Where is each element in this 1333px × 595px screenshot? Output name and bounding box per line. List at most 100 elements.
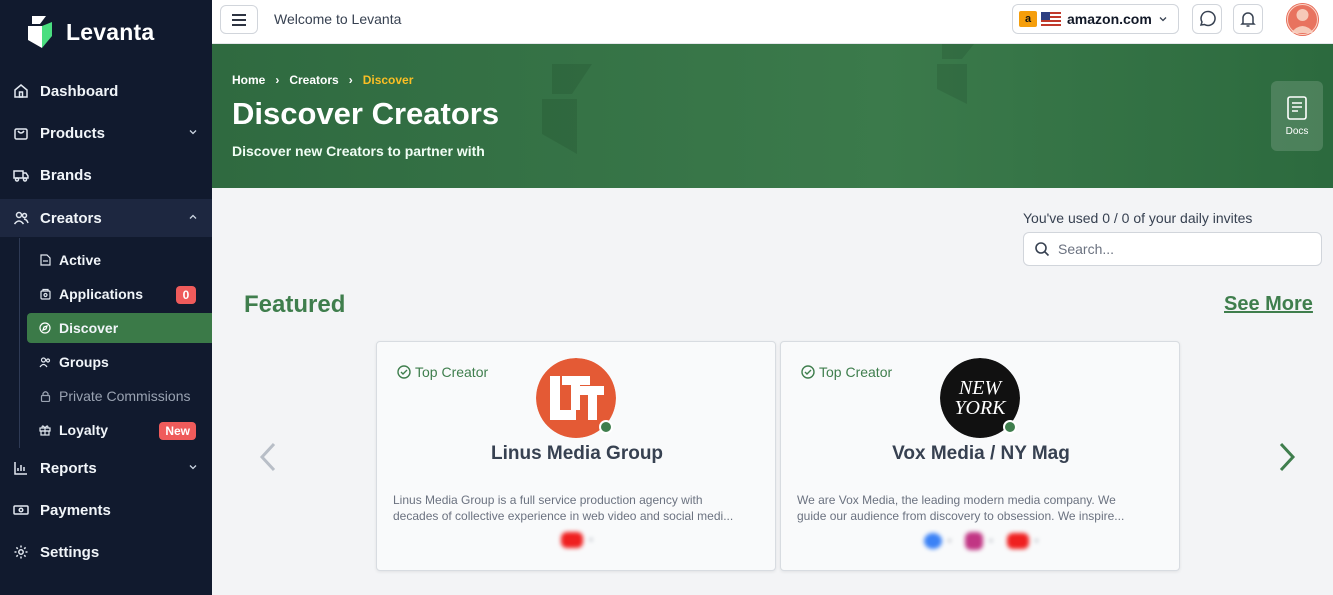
chevron-down-icon	[189, 465, 197, 470]
carousel-next-button[interactable]	[1276, 440, 1298, 474]
document-icon	[39, 254, 51, 266]
sidebar-item-label: Payments	[40, 501, 111, 519]
sidebar-item-brands[interactable]: Brands	[0, 156, 212, 194]
breadcrumb: Home › Creators › Discover	[232, 73, 413, 87]
sidebar-subitem-label: Private Commissions	[59, 388, 191, 404]
banknote-icon	[12, 501, 30, 519]
sidebar-item-label: Settings	[40, 543, 100, 561]
docs-label: Docs	[1285, 125, 1309, 137]
social-stats: • • •	[781, 532, 1181, 550]
breadcrumb-creators[interactable]: Creators	[289, 73, 338, 87]
daily-invites-status: You've used 0 / 0 of your daily invites	[1023, 210, 1253, 226]
compass-icon	[39, 322, 51, 334]
user-avatar-icon	[1286, 3, 1319, 36]
sidebar-item-payments[interactable]: Payments	[0, 491, 212, 529]
search-box[interactable]	[1023, 232, 1322, 266]
home-icon	[12, 82, 30, 100]
search-input[interactable]	[1058, 241, 1308, 257]
facebook-icon	[923, 533, 942, 549]
chevron-down-icon	[189, 130, 197, 135]
blurred-count: •	[589, 534, 593, 546]
logo-text: NEW	[958, 377, 1004, 399]
chevron-up-icon	[189, 214, 197, 219]
notifications-button[interactable]	[1233, 4, 1263, 34]
top-bar: Welcome to Levanta a amazon.com	[212, 0, 1333, 44]
creator-card[interactable]: Top Creator Linus Media Group Linus Medi…	[376, 341, 776, 571]
banner-decoration	[542, 64, 592, 154]
blurred-count: •	[1034, 535, 1039, 547]
featured-heading: Featured	[244, 291, 346, 318]
brand-logo[interactable]: Levanta	[26, 14, 154, 50]
page-subtitle: Discover new Creators to partner with	[232, 143, 485, 159]
applications-count-badge: 0	[176, 286, 196, 304]
sidebar-subitem-applications[interactable]: Applications 0	[27, 279, 212, 309]
sidebar-subitem-private-commissions[interactable]: Private Commissions	[27, 381, 212, 411]
sidebar-item-creators[interactable]: Creators	[0, 199, 212, 237]
group-icon	[39, 356, 51, 368]
sidebar-item-label: Reports	[40, 459, 97, 477]
page-header-banner: Home › Creators › Discover Discover Crea…	[212, 44, 1333, 188]
sidebar-subitem-active[interactable]: Active	[27, 245, 212, 275]
sidebar-item-products[interactable]: Products	[0, 114, 212, 152]
sidebar-item-dashboard[interactable]: Dashboard	[0, 72, 212, 110]
hamburger-icon	[232, 13, 246, 26]
breadcrumb-home[interactable]: Home	[232, 73, 265, 87]
sidebar-subitem-groups[interactable]: Groups	[27, 347, 212, 377]
blurred-count: •	[989, 535, 993, 547]
lock-icon	[39, 390, 51, 402]
facebook-stat: •	[923, 532, 952, 550]
description-line: Linus Media Group is a full service prod…	[393, 493, 703, 507]
check-circle-icon	[801, 365, 815, 379]
sidebar-subitem-label: Discover	[59, 320, 119, 336]
breadcrumb-separator: ›	[275, 73, 280, 87]
users-icon	[12, 209, 30, 227]
logo-text: YORK	[954, 397, 1007, 419]
welcome-message: Welcome to Levanta	[274, 11, 402, 27]
shopping-bag-icon	[12, 124, 30, 142]
youtube-icon	[1006, 533, 1029, 549]
new-badge: New	[159, 422, 196, 440]
chevron-down-icon	[1159, 17, 1167, 22]
docs-button[interactable]: Docs	[1271, 81, 1323, 151]
carousel-prev-button[interactable]	[257, 440, 279, 474]
breadcrumb-separator: ›	[348, 73, 353, 87]
description-line: decades of collective experience in web …	[393, 509, 734, 523]
marketplace-selector[interactable]: a amazon.com	[1012, 4, 1179, 34]
submenu-rail	[19, 238, 20, 448]
creator-card[interactable]: Top Creator NEW YORK Vox Media / NY Mag …	[780, 341, 1180, 571]
sidebar-item-settings[interactable]: Settings	[0, 533, 212, 571]
top-creator-tag: Top Creator	[397, 364, 488, 380]
creator-description: Linus Media Group is a full service prod…	[393, 492, 761, 524]
check-circle-icon	[397, 365, 411, 379]
amazon-icon: a	[1019, 11, 1037, 27]
description-line: guide our audience from discovery to obs…	[797, 509, 1125, 523]
chevron-left-icon	[259, 442, 276, 472]
menu-toggle-button[interactable]	[220, 5, 258, 34]
top-creator-tag: Top Creator	[801, 364, 892, 380]
bar-chart-icon	[12, 459, 30, 477]
chat-button[interactable]	[1192, 4, 1222, 34]
gift-icon	[39, 424, 51, 436]
blurred-count: •	[947, 535, 952, 547]
online-status-dot	[1003, 420, 1017, 434]
sidebar-subitem-loyalty[interactable]: Loyalty New	[27, 415, 212, 445]
sidebar-subitem-label: Loyalty	[59, 422, 109, 438]
sidebar-subitem-label: Active	[59, 252, 102, 268]
gear-icon	[12, 543, 30, 561]
creator-name: Linus Media Group	[490, 443, 664, 464]
brand-name: Levanta	[66, 18, 155, 45]
tag-label: Top Creator	[819, 364, 893, 380]
sidebar-subitem-discover[interactable]: Discover	[27, 313, 212, 343]
instagram-icon	[965, 532, 984, 550]
book-icon	[1287, 95, 1307, 120]
sidebar-item-label: Products	[40, 124, 106, 142]
sidebar-subitem-label: Applications	[59, 286, 144, 302]
truck-icon	[12, 166, 30, 184]
sidebar-item-reports[interactable]: Reports	[0, 449, 212, 487]
sidebar-item-label: Creators	[40, 209, 102, 227]
search-icon	[1035, 242, 1050, 257]
see-more-link[interactable]: See More	[1224, 293, 1313, 316]
user-avatar[interactable]	[1286, 3, 1319, 36]
creator-description: We are Vox Media, the leading modern med…	[797, 492, 1165, 524]
sidebar-item-label: Dashboard	[40, 82, 119, 100]
